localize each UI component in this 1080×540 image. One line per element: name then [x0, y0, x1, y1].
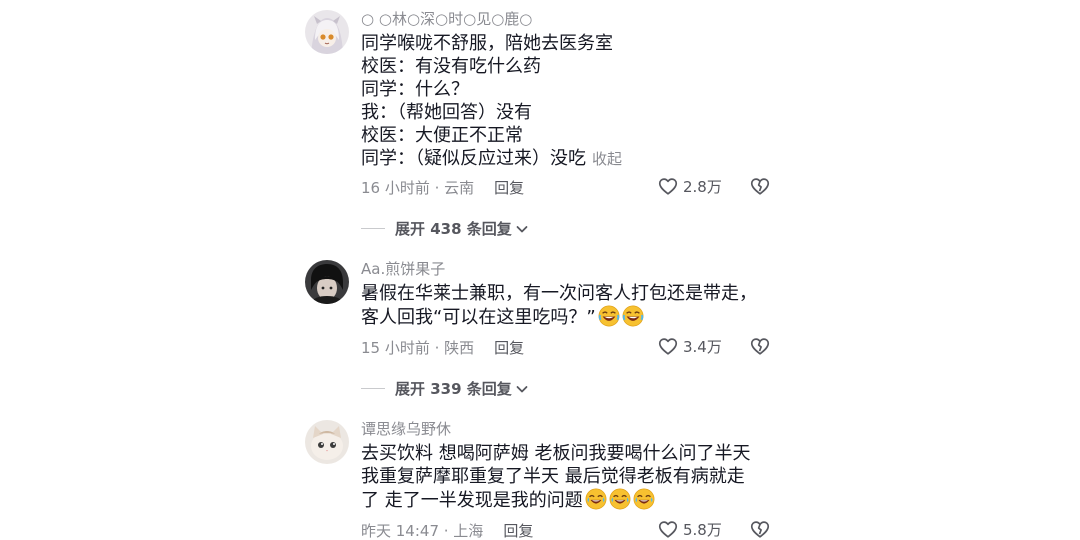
expand-label: 展开 438 条回复 — [395, 220, 512, 238]
comment-meta: 昨天 14:47 · 上海 回复 — [361, 520, 533, 540]
heart-outline-icon — [658, 178, 678, 195]
comment-item: ○ ○林○深○时○见○鹿○ 同学喉咙不舒服，陪她去医务室 校医：有没有吃什么药 … — [305, 10, 785, 240]
broken-heart-icon — [750, 521, 770, 538]
comment-username[interactable]: Aa.煎饼果子 — [361, 260, 445, 278]
time-location: 16 小时前 · 云南 — [361, 179, 475, 197]
comment-meta: 15 小时前 · 陕西 回复 — [361, 337, 524, 358]
comment-line-text: 同学：（疑似反应过来）没吃 — [361, 148, 586, 169]
comment-meta: 16 小时前 · 云南 回复 — [361, 177, 524, 198]
tears-of-joy-emoji — [633, 488, 655, 510]
comment-line-with-emoji: 了 走了一半发现是我的问题 — [361, 488, 781, 512]
comment-line-with-emoji: 客人回我“可以在这里吃吗？” — [361, 305, 781, 329]
comment-line-text: 客人回我“可以在这里吃吗？” — [361, 307, 596, 328]
comment-item: 谭思缘乌野休 去买饮料 想喝阿萨姆 老板问我要喝什么问了半天 我重复萨摩耶重复了… — [305, 420, 785, 540]
avatar[interactable] — [305, 260, 349, 304]
expand-replies-button[interactable]: 展开 339 条回复 — [361, 378, 529, 399]
heart-outline-icon — [658, 521, 678, 538]
heart-outline-icon — [658, 338, 678, 355]
chevron-down-icon — [516, 385, 528, 392]
broken-heart-icon — [750, 178, 770, 195]
comment-line: 同学：什么？ — [361, 79, 469, 100]
comment-list: ○ ○林○深○时○见○鹿○ 同学喉咙不舒服，陪她去医务室 校医：有没有吃什么药 … — [0, 0, 1080, 540]
dislike-button[interactable] — [749, 335, 771, 357]
comment-item: Aa.煎饼果子 暑假在华莱士兼职，有一次问客人打包还是带走， 客人回我“可以在这… — [305, 260, 785, 405]
comment-line: 我重复萨摩耶重复了半天 最后觉得老板有病就走 — [361, 466, 745, 487]
comment-line: 暑假在华莱士兼职，有一次问客人打包还是带走， — [361, 283, 757, 304]
rolling-laugh-emoji — [598, 305, 620, 327]
dislike-button[interactable] — [749, 175, 771, 197]
comment-text: 同学喉咙不舒服，陪她去医务室 校医：有没有吃什么药 同学：什么？ 我：（帮她回答… — [361, 32, 781, 171]
divider — [361, 228, 385, 229]
chevron-down-icon — [516, 225, 528, 232]
comment-line: 同学喉咙不舒服，陪她去医务室 — [361, 33, 613, 54]
dislike-button[interactable] — [749, 518, 771, 540]
avatar[interactable] — [305, 420, 349, 464]
reply-button[interactable]: 回复 — [494, 177, 524, 198]
comment-line-text: 了 走了一半发现是我的问题 — [361, 490, 583, 511]
avatar[interactable] — [305, 10, 349, 54]
time-location: 15 小时前 · 陕西 — [361, 339, 475, 357]
time-location: 昨天 14:47 · 上海 — [361, 522, 484, 540]
rolling-laugh-emoji — [622, 305, 644, 327]
like-button[interactable]: 5.8万 — [657, 518, 722, 540]
divider — [361, 388, 385, 389]
broken-heart-icon — [750, 338, 770, 355]
tears-of-joy-emoji — [609, 488, 631, 510]
comment-line: 我：（帮她回答）没有 — [361, 102, 532, 123]
comment-username[interactable]: ○ ○林○深○时○见○鹿○ — [361, 10, 532, 28]
expand-replies-button[interactable]: 展开 438 条回复 — [361, 218, 529, 239]
collapse-link[interactable]: 收起 — [592, 150, 622, 168]
comment-line: 校医：大便正不正常 — [361, 125, 523, 146]
comment-line: 去买饮料 想喝阿萨姆 老板问我要喝什么问了半天 — [361, 443, 751, 464]
comment-line: 校医：有没有吃什么药 — [361, 56, 541, 77]
reply-button[interactable]: 回复 — [503, 520, 533, 540]
like-button[interactable]: 3.4万 — [657, 335, 722, 357]
expand-label: 展开 339 条回复 — [395, 380, 512, 398]
like-count: 3.4万 — [683, 337, 722, 356]
like-count: 5.8万 — [683, 520, 722, 539]
like-count: 2.8万 — [683, 177, 722, 196]
comment-username[interactable]: 谭思缘乌野休 — [361, 420, 451, 438]
comment-line-with-collapse: 同学：（疑似反应过来）没吃 收起 — [361, 147, 781, 171]
tears-of-joy-emoji — [585, 488, 607, 510]
comment-text: 去买饮料 想喝阿萨姆 老板问我要喝什么问了半天 我重复萨摩耶重复了半天 最后觉得… — [361, 442, 781, 512]
reply-button[interactable]: 回复 — [494, 337, 524, 358]
comment-text: 暑假在华莱士兼职，有一次问客人打包还是带走， 客人回我“可以在这里吃吗？” — [361, 282, 781, 329]
like-button[interactable]: 2.8万 — [657, 175, 722, 197]
